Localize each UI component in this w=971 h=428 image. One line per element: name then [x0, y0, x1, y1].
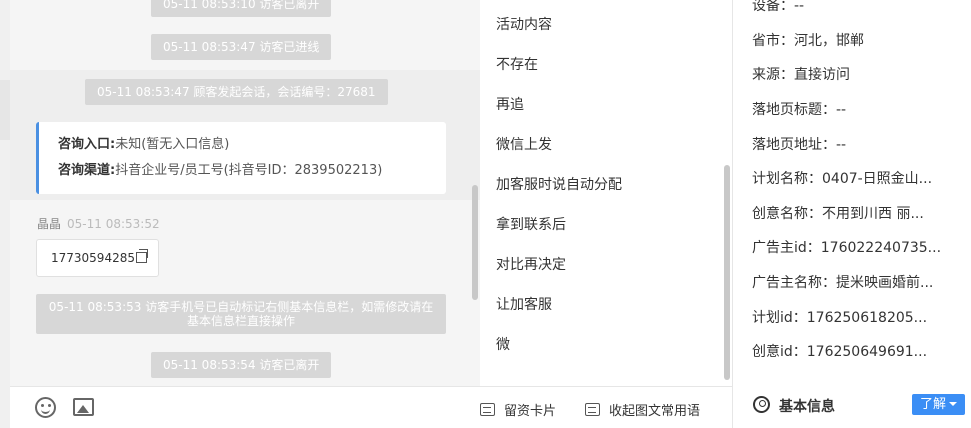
quick-reply-item[interactable]: 不存在 [496, 54, 538, 74]
phone-message-bubble[interactable]: 17730594285 [36, 239, 159, 277]
consult-channel-row: 咨询渠道: 抖音企业号/员工号(抖音号ID：2839502213) [58, 158, 446, 184]
system-message: 05-11 08:53:47 顾客发起会话，会话编号：27681 [85, 79, 388, 105]
quick-reply-item[interactable]: 对比再决定 [496, 254, 566, 274]
system-message: 05-11 08:53:47 访客已进线 [151, 34, 332, 60]
chat-input-toolbar [10, 386, 480, 428]
consult-entry-label: 咨询入口: [58, 137, 116, 152]
visitor-info-plan-name: 计划名称：0407-日照金山... [752, 171, 933, 187]
visitor-info-landing-url: 落地页地址：-- [752, 137, 847, 153]
basic-info-header: 基本信息 了解 [733, 386, 971, 428]
visitor-info-creative-name: 创意名称：不用到川西 丽... [752, 206, 924, 222]
collapse-phrases-button[interactable]: 收起图文常用语 [585, 400, 700, 419]
user-circle-icon [753, 396, 770, 413]
visitor-info-device: 设备：-- [752, 0, 805, 14]
quick-reply-item[interactable]: 活动内容 [496, 14, 552, 34]
chat-history: 05-11 08:53:10 访客已离开 05-11 08:53:47 访客已进… [10, 0, 480, 386]
chat-scrollbar[interactable] [472, 185, 478, 300]
emoji-icon[interactable] [35, 397, 56, 418]
know-more-dropdown[interactable]: 了解 [912, 394, 965, 415]
left-panel-edge [0, 0, 10, 428]
system-message: 05-11 08:53:53 访客手机号已自动标记右侧基本信息栏，如需修改请在基… [36, 294, 446, 334]
consult-entry-row: 咨询入口: 未知(暂无入口信息) [58, 132, 446, 158]
visitor-info-landing-title: 落地页标题：-- [752, 102, 847, 118]
left-panel-selection [0, 80, 10, 140]
quick-reply-scrollbar[interactable] [724, 165, 730, 380]
message-card-icon [585, 403, 600, 416]
lead-card-button[interactable]: 留资卡片 [480, 400, 556, 419]
lead-card-label: 留资卡片 [504, 404, 557, 419]
quick-reply-item[interactable]: 让加客服 [496, 294, 552, 314]
quick-reply-item[interactable]: 加客服时说自动分配 [496, 174, 622, 194]
visitor-info-plan-id: 计划id：176250618205... [752, 310, 928, 326]
consult-channel-value: 抖音企业号/员工号(抖音号ID：2839502213) [115, 163, 383, 178]
system-message: 05-11 08:53:10 访客已离开 [151, 0, 332, 17]
visitor-info-advertiser-name: 广告主名称：提米映画婚前... [752, 275, 934, 291]
quick-reply-item[interactable]: 拿到联系后 [496, 214, 566, 234]
quick-reply-list: 活动内容 不存在 再追 微信上发 加客服时说自动分配 拿到联系后 对比再决定 让… [480, 0, 732, 386]
visitor-info-location: 省市：河北，邯郸 [752, 33, 864, 49]
message-card-icon [480, 403, 495, 416]
visitor-info-panel: 设备：-- 省市：河北，邯郸 来源：直接访问 落地页标题：-- 落地页地址：--… [733, 0, 971, 428]
consult-source-card: 咨询入口: 未知(暂无入口信息) 咨询渠道: 抖音企业号/员工号(抖音号ID：2… [36, 122, 446, 194]
copy-icon[interactable] [135, 249, 148, 263]
quick-reply-item[interactable]: 再追 [496, 94, 524, 114]
quick-reply-item[interactable]: 微 [496, 334, 510, 354]
sender-name: 晶晶 [37, 217, 62, 231]
visitor-info-advertiser-id: 广告主id：176022240735... [752, 240, 942, 256]
system-message: 05-11 08:53:54 访客已离开 [151, 352, 332, 378]
collapse-phrases-label: 收起图文常用语 [609, 404, 701, 419]
phone-message-text: 17730594285 [51, 251, 135, 265]
sender-time: 05-11 08:53:52 [67, 217, 160, 231]
message-sender: 晶晶 05-11 08:53:52 [37, 215, 160, 232]
caret-down-icon [949, 402, 957, 406]
quick-reply-footer: 留资卡片 收起图文常用语 [480, 386, 732, 428]
know-more-label: 了解 [919, 397, 946, 412]
consult-channel-label: 咨询渠道: [58, 163, 116, 178]
basic-info-title: 基本信息 [779, 399, 835, 415]
consult-entry-value: 未知(暂无入口信息) [115, 137, 230, 152]
image-icon[interactable] [73, 398, 94, 416]
visitor-info-source: 来源：直接访问 [752, 67, 850, 83]
quick-reply-item[interactable]: 微信上发 [496, 134, 552, 154]
visitor-info-creative-id: 创意id：176250649691... [752, 344, 928, 360]
